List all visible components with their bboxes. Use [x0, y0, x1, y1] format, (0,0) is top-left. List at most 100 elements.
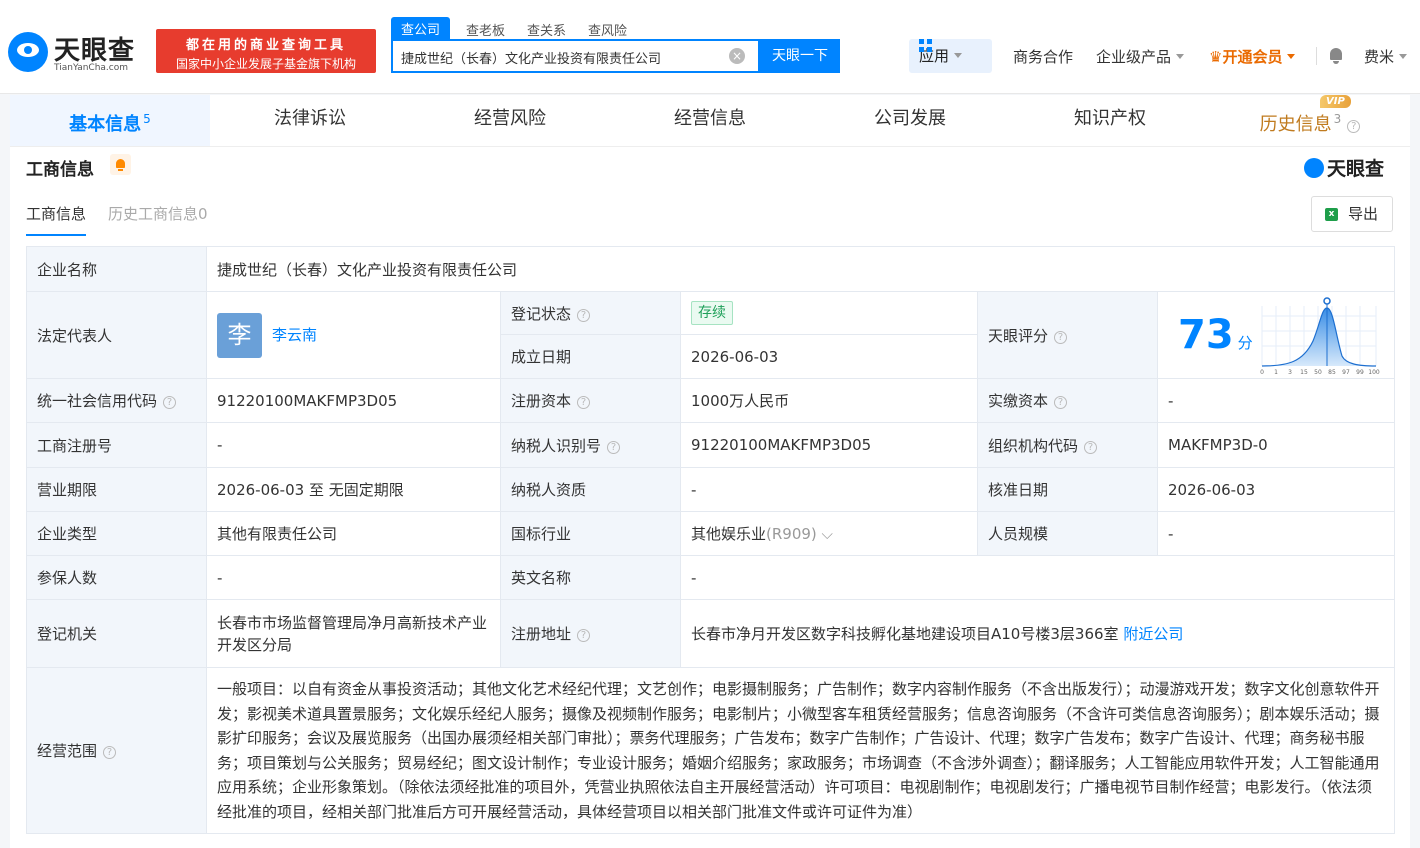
- search-tab-boss[interactable]: 查老板: [464, 20, 507, 39]
- table-row: 统一社会信用代码? 91220100MAKFMP3D05 注册资本? 1000万…: [26, 378, 1395, 423]
- nav-vip[interactable]: ♛开通会员: [1209, 46, 1296, 67]
- nearby-companies-link[interactable]: 附近公司: [1123, 625, 1183, 643]
- help-icon[interactable]: ?: [1347, 120, 1361, 133]
- score-tick: 50: [1314, 369, 1322, 376]
- credit-code-label: 统一社会信用代码?: [26, 378, 207, 423]
- term-value: 2026-06-03 至 无固定期限: [206, 467, 501, 512]
- legal-rep-cell: 李李云南: [206, 291, 501, 379]
- company-card: 基本信息 5 法律诉讼 经营风险 经营信息 公司发展 知识产权 历史信息 3? VI…: [10, 95, 1410, 848]
- chevron-down-icon[interactable]: ⌵: [817, 525, 833, 543]
- divider: [1316, 47, 1317, 65]
- table-row: 法定代表人 李李云南 登记状态? 存续 天眼评分? 73 分 0 1 3 15 …: [26, 291, 1395, 379]
- help-icon[interactable]: ?: [607, 440, 621, 454]
- slogan-banner: 都在用的商业查询工具 国家中小企业发展子基金旗下机构: [156, 29, 376, 73]
- insured-label: 参保人数: [26, 555, 207, 600]
- industry-code: (R909): [766, 525, 817, 543]
- paid-capital-label: 实缴资本?: [977, 378, 1158, 423]
- score-cell[interactable]: 73 分 0 1 3 15 50 85 97 99 100: [1157, 291, 1395, 379]
- slogan-line2: 国家中小企业发展子基金旗下机构: [175, 57, 356, 71]
- search-input[interactable]: 捷成世纪（长春）文化产业投资有限责任公司 ×: [391, 39, 760, 73]
- logo-eye-icon: [1304, 158, 1324, 178]
- help-icon[interactable]: ?: [577, 396, 591, 409]
- industry-value: 其他娱乐业: [691, 525, 767, 543]
- help-icon[interactable]: ?: [577, 308, 591, 322]
- search-tab-company[interactable]: 查公司: [391, 17, 451, 39]
- tab-label: 法律诉讼: [274, 108, 346, 129]
- site-logo[interactable]: 天眼查 TianYanCha.com: [8, 30, 148, 76]
- sub-tabs: 工商信息 历史工商信息0: [26, 203, 230, 236]
- approve-date-label: 核准日期: [977, 467, 1158, 512]
- app-menu-button[interactable]: 应用: [909, 39, 992, 73]
- address-label: 注册地址?: [500, 599, 681, 668]
- tab-count: 5: [143, 112, 151, 126]
- subtab-business-info[interactable]: 工商信息: [26, 203, 87, 236]
- help-icon[interactable]: ?: [1084, 440, 1098, 454]
- subtab-history-business-info[interactable]: 历史工商信息0: [108, 203, 208, 236]
- legal-rep-label: 法定代表人: [26, 291, 207, 379]
- nav-business[interactable]: 商务合作: [1013, 46, 1073, 67]
- table-row: 企业名称 捷成世纪（长春）文化产业投资有限责任公司: [26, 246, 1395, 292]
- reg-status-label: 登记状态?: [500, 291, 681, 335]
- search-tab-risk[interactable]: 查风险: [586, 20, 629, 39]
- tab-development[interactable]: 公司发展: [810, 95, 1010, 146]
- help-icon[interactable]: ?: [577, 629, 591, 642]
- section-title: 工商信息: [26, 160, 94, 180]
- table-row: 营业期限 2026-06-03 至 无固定期限 纳税人资质 - 核准日期 202…: [26, 467, 1395, 512]
- paid-capital-value: -: [1157, 378, 1395, 423]
- nav-user[interactable]: 费米: [1364, 46, 1408, 67]
- legal-rep-link[interactable]: 李云南: [272, 326, 317, 344]
- help-icon[interactable]: ?: [1054, 330, 1068, 344]
- score-tick: 97: [1342, 369, 1350, 376]
- logo-subtext: TianYanCha.com: [54, 63, 129, 73]
- help-icon[interactable]: ?: [103, 746, 117, 759]
- search-tab-relation[interactable]: 查关系: [525, 20, 568, 39]
- clear-icon[interactable]: ×: [729, 48, 745, 64]
- watermark-logo: 天眼查: [1304, 154, 1384, 181]
- nav-enterprise[interactable]: 企业级产品: [1096, 46, 1185, 67]
- watermark-text: 天眼查: [1327, 158, 1385, 180]
- help-icon[interactable]: ?: [1054, 396, 1068, 409]
- org-code-value: MAKFMP3D-0: [1157, 422, 1395, 468]
- reg-no-label: 工商注册号: [26, 422, 207, 468]
- industry-cell[interactable]: 其他娱乐业(R909) ⌵: [680, 511, 978, 556]
- tax-id-value: 91220100MAKFMP3D05: [680, 422, 978, 468]
- est-date-label: 成立日期: [500, 334, 681, 379]
- bell-icon[interactable]: [1328, 47, 1344, 65]
- scope-value: 一般项目：以自有资金从事投资活动；其他文化艺术经纪代理；文艺创作；电影摄制服务；…: [206, 667, 1395, 834]
- tab-legal[interactable]: 法律诉讼: [210, 95, 410, 146]
- tab-ip[interactable]: 知识产权: [1010, 95, 1210, 146]
- score-tick: 100: [1368, 369, 1380, 376]
- tax-qual-label: 纳税人资质: [500, 467, 681, 512]
- bell-icon[interactable]: [110, 154, 131, 175]
- excel-icon: x: [1325, 208, 1338, 221]
- address-value: 长春市净月开发区数字科技孵化基地建设项目A10号楼3层366室: [691, 625, 1119, 643]
- table-row: 登记机关 长春市市场监督管理局净月高新技术产业开发区分局 注册地址? 长春市净月…: [26, 599, 1395, 668]
- top-bar: 天眼查 TianYanCha.com 都在用的商业查询工具 国家中小企业发展子基…: [0, 0, 1420, 94]
- en-name-value: -: [680, 555, 1395, 600]
- avatar[interactable]: 李: [217, 312, 262, 358]
- score-tick: 0: [1260, 369, 1264, 376]
- tab-risk[interactable]: 经营风险: [410, 95, 610, 146]
- reg-capital-label: 注册资本?: [500, 378, 681, 423]
- insured-value: -: [206, 555, 501, 600]
- industry-label: 国标行业: [500, 511, 681, 556]
- tab-label: 基本信息: [69, 114, 142, 135]
- chevron-down-icon: [954, 53, 963, 58]
- tab-history[interactable]: 历史信息 3?: [1210, 95, 1410, 146]
- vip-badge: VIP: [1320, 95, 1351, 108]
- tab-operation[interactable]: 经营信息: [610, 95, 810, 146]
- score-tick: 1: [1274, 369, 1278, 376]
- staff-label: 人员规模: [977, 511, 1158, 556]
- staff-value: -: [1157, 511, 1395, 556]
- score-tick: 99: [1356, 369, 1364, 376]
- reg-status-cell: 存续: [680, 291, 978, 335]
- term-label: 营业期限: [26, 467, 207, 512]
- export-button[interactable]: x 导出: [1311, 196, 1393, 232]
- score-tick: 15: [1300, 369, 1308, 376]
- search-button[interactable]: 天眼一下: [760, 39, 840, 73]
- search-input-value: 捷成世纪（长春）文化产业投资有限责任公司: [401, 52, 662, 67]
- tab-label: 知识产权: [1074, 108, 1146, 129]
- tab-label: 经营风险: [474, 108, 546, 129]
- help-icon[interactable]: ?: [163, 396, 177, 409]
- tab-basic-info[interactable]: 基本信息 5: [10, 95, 210, 146]
